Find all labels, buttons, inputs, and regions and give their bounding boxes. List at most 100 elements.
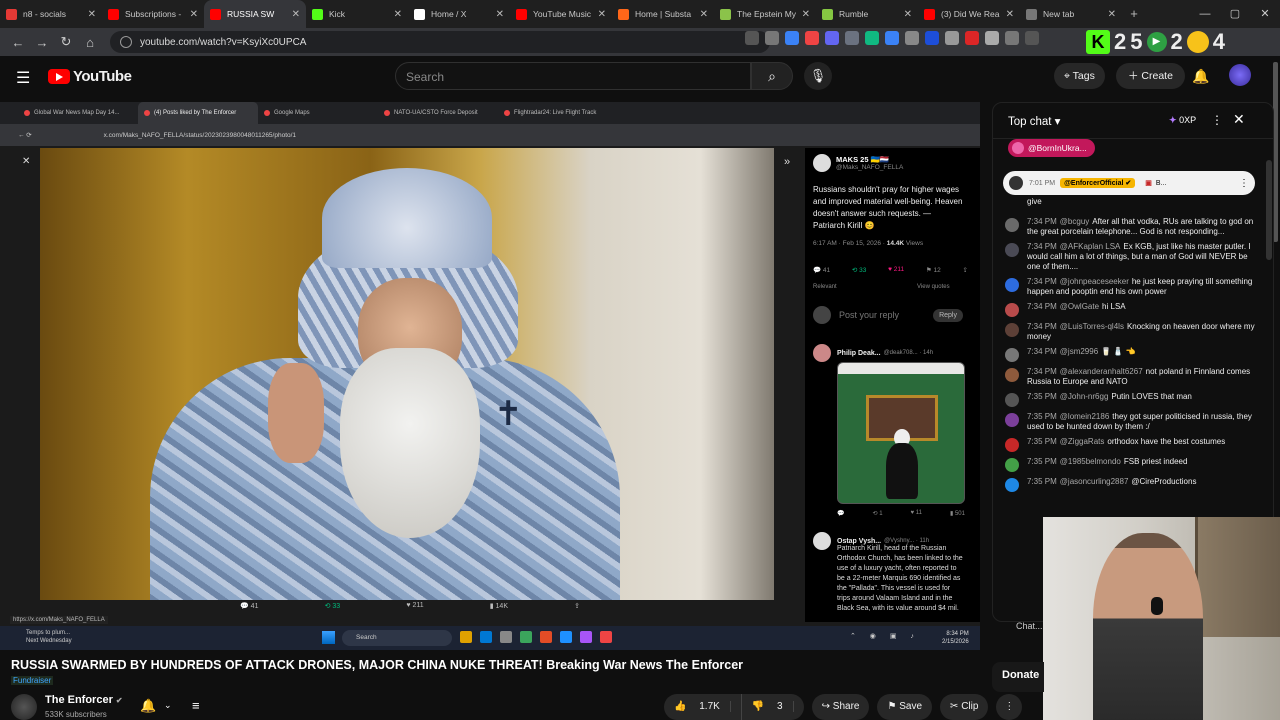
chat-user: @John-nr6gg xyxy=(1059,392,1109,401)
pinned-message[interactable]: 7:01 PM @EnforcerOfficial ✔ ▣ B... ⋮ xyxy=(1003,171,1255,195)
like-button[interactable]: 👍 1.7K xyxy=(664,694,742,720)
chat-message[interactable]: 7:35 PM @jasoncurling2887 @CireProductions xyxy=(1005,477,1255,492)
minimize-icon[interactable]: — xyxy=(1190,0,1220,28)
browser-tab[interactable]: The Epstein My ✕ xyxy=(714,0,816,28)
extension-icon[interactable] xyxy=(785,31,799,45)
save-button[interactable]: ⚑ Save xyxy=(877,694,933,720)
chat-message[interactable]: 7:35 PM @John-nr6gg Putin LOVES that man xyxy=(1005,392,1255,407)
reload-icon[interactable]: ↻ xyxy=(54,34,78,50)
extension-icon[interactable] xyxy=(965,31,979,45)
close-icon[interactable]: ✕ xyxy=(1233,111,1245,128)
tab-close-icon[interactable]: ✕ xyxy=(496,9,504,20)
chat-options-icon[interactable]: ⋮ xyxy=(1211,113,1223,127)
video-player[interactable]: Global War News Map Day 14... (4) Posts l… xyxy=(0,102,980,650)
tab-close-icon[interactable]: ✕ xyxy=(88,9,96,20)
browser-tab[interactable]: RUSSIA SW ✕ xyxy=(204,0,306,28)
microphone-icon[interactable]: 🎙 xyxy=(804,62,832,90)
counter: 5 xyxy=(1130,29,1143,54)
home-icon[interactable]: ⌂ xyxy=(78,35,102,50)
profile-face-icon[interactable] xyxy=(1186,31,1209,53)
fundraiser-badge[interactable]: Fundraiser xyxy=(11,676,54,685)
join-icon[interactable]: ≡ xyxy=(192,698,200,713)
tab-close-icon[interactable]: ✕ xyxy=(1108,9,1116,20)
extension-icon[interactable] xyxy=(885,31,899,45)
new-tab-icon[interactable]: + xyxy=(1122,0,1146,28)
more-actions-button[interactable]: ⋮ xyxy=(996,694,1023,720)
chat-message[interactable]: 7:34 PM @johnpeaceseeker he just keep pray… xyxy=(1005,277,1255,297)
extension-icon[interactable] xyxy=(805,31,819,45)
chat-message[interactable]: 7:34 PM @OwlGate hi LSA xyxy=(1005,302,1255,317)
extension-icon[interactable] xyxy=(945,31,959,45)
maximize-icon[interactable]: ▢ xyxy=(1220,0,1250,28)
browser-tab[interactable]: Home / X ✕ xyxy=(408,0,510,28)
account-avatar[interactable] xyxy=(1229,64,1251,86)
extension-icon[interactable] xyxy=(845,31,859,45)
browser-tab[interactable]: YouTube Music ✕ xyxy=(510,0,612,28)
tab-close-icon[interactable]: ✕ xyxy=(1006,9,1014,20)
tags-button[interactable]: ⌖ Tags xyxy=(1054,63,1105,89)
chat-scrollbar[interactable] xyxy=(1266,160,1272,260)
extension-icon[interactable] xyxy=(865,31,879,45)
tab-close-icon[interactable]: ✕ xyxy=(904,9,912,20)
browser-tab[interactable]: Rumble ✕ xyxy=(816,0,918,28)
pinned-user-chip[interactable]: @BornInUkra... xyxy=(1008,139,1095,157)
relevant-sort: Relevant xyxy=(813,284,837,290)
subscribe-bell-icon[interactable]: 🔔 xyxy=(140,698,156,714)
browser-tab[interactable]: n8 - socials ✕ xyxy=(0,0,102,28)
chat-mode-selector[interactable]: Top chat ▾ xyxy=(1008,114,1060,128)
ticker-options-icon[interactable]: ⋮ xyxy=(1239,178,1249,189)
tab-close-icon[interactable]: ✕ xyxy=(190,9,198,20)
chat-message[interactable]: 7:34 PM @AFKaplan LSA Ex KGB, just like hi… xyxy=(1005,242,1255,272)
tab-close-icon[interactable]: ✕ xyxy=(394,9,402,20)
chat-message[interactable]: 7:34 PM @jsm2996 🥛 🧂 👈 xyxy=(1005,347,1255,362)
clip-button[interactable]: ✂ Clip xyxy=(940,694,989,720)
install-icon[interactable] xyxy=(745,31,759,45)
donate-button[interactable]: Donate xyxy=(992,662,1044,692)
channel-name[interactable]: The Enforcer ✔ xyxy=(45,694,123,706)
xp-badge[interactable]: ✦ 0XP xyxy=(1169,115,1196,126)
url-field[interactable]: youtube.com/watch?v=KsyiXc0UPCA xyxy=(110,31,770,53)
forward-icon[interactable]: → xyxy=(30,35,54,50)
chat-message[interactable]: 7:35 PM @1985belmondo FSB priest indeed xyxy=(1005,457,1255,472)
notifications-bell-icon[interactable]: 🔔 xyxy=(1192,68,1209,85)
chat-message[interactable]: 7:35 PM @ZiggaRats orthodox have the best … xyxy=(1005,437,1255,452)
extension-icon[interactable] xyxy=(825,31,839,45)
browser-tab[interactable]: Home | Substa ✕ xyxy=(612,0,714,28)
extension-icon[interactable] xyxy=(905,31,919,45)
browser-tab[interactable]: (3) Did We Rea ✕ xyxy=(918,0,1020,28)
extension-icon[interactable] xyxy=(1005,31,1019,45)
dislike-button[interactable]: 👎 3 xyxy=(742,694,804,720)
tab-close-icon[interactable]: ✕ xyxy=(292,9,300,20)
share-button[interactable]: ↪ Share xyxy=(811,694,870,720)
kick-icon[interactable]: K xyxy=(1086,30,1110,54)
reply-reposts-value: 1 xyxy=(879,511,883,517)
tab-close-icon[interactable]: ✕ xyxy=(700,9,708,20)
youtube-logo[interactable]: YouTube xyxy=(48,68,132,85)
search-input[interactable]: Search xyxy=(395,62,751,90)
extension-icon[interactable] xyxy=(1025,31,1039,45)
tweet-time: 6:17 AM · Feb 15, 2026 · xyxy=(813,240,887,247)
browser-tab[interactable]: New tab ✕ xyxy=(1020,0,1122,28)
browser-tab[interactable]: Kick ✕ xyxy=(306,0,408,28)
extension-icon[interactable] xyxy=(925,31,939,45)
extension-icon[interactable] xyxy=(985,31,999,45)
chat-message[interactable]: 7:34 PM @LuisTorres-ql4ls Knocking on heav… xyxy=(1005,322,1255,342)
close-window-icon[interactable]: ✕ xyxy=(1250,0,1280,28)
chat-message[interactable]: 7:34 PM @bcguy After all that vodka, RUs a… xyxy=(1005,217,1255,237)
menu-icon[interactable]: ☰ xyxy=(16,68,30,88)
tab-close-icon[interactable]: ✕ xyxy=(802,9,810,20)
bookmark-star-icon[interactable] xyxy=(765,31,779,45)
chat-input[interactable]: Chat... xyxy=(1016,621,1043,631)
chevron-down-icon[interactable]: ⌄ xyxy=(164,700,172,711)
like-dislike-button[interactable]: 👍 1.7K 👎 3 xyxy=(664,694,804,720)
search-icon[interactable]: ⌕ xyxy=(751,62,793,90)
channel-avatar[interactable] xyxy=(11,694,37,720)
tab-close-icon[interactable]: ✕ xyxy=(598,9,606,20)
back-icon[interactable]: ← xyxy=(6,35,30,50)
site-info-icon[interactable] xyxy=(120,36,132,48)
chat-message[interactable]: 7:34 PM @alexanderanhalt6267 not poland in… xyxy=(1005,367,1255,387)
chat-message[interactable]: 7:35 PM @lomein2186 they got super politic… xyxy=(1005,412,1255,432)
create-button[interactable]: ＋ Create xyxy=(1116,63,1185,89)
browser-tab[interactable]: Subscriptions - ✕ xyxy=(102,0,204,28)
play-icon[interactable]: ▶ xyxy=(1146,32,1167,52)
